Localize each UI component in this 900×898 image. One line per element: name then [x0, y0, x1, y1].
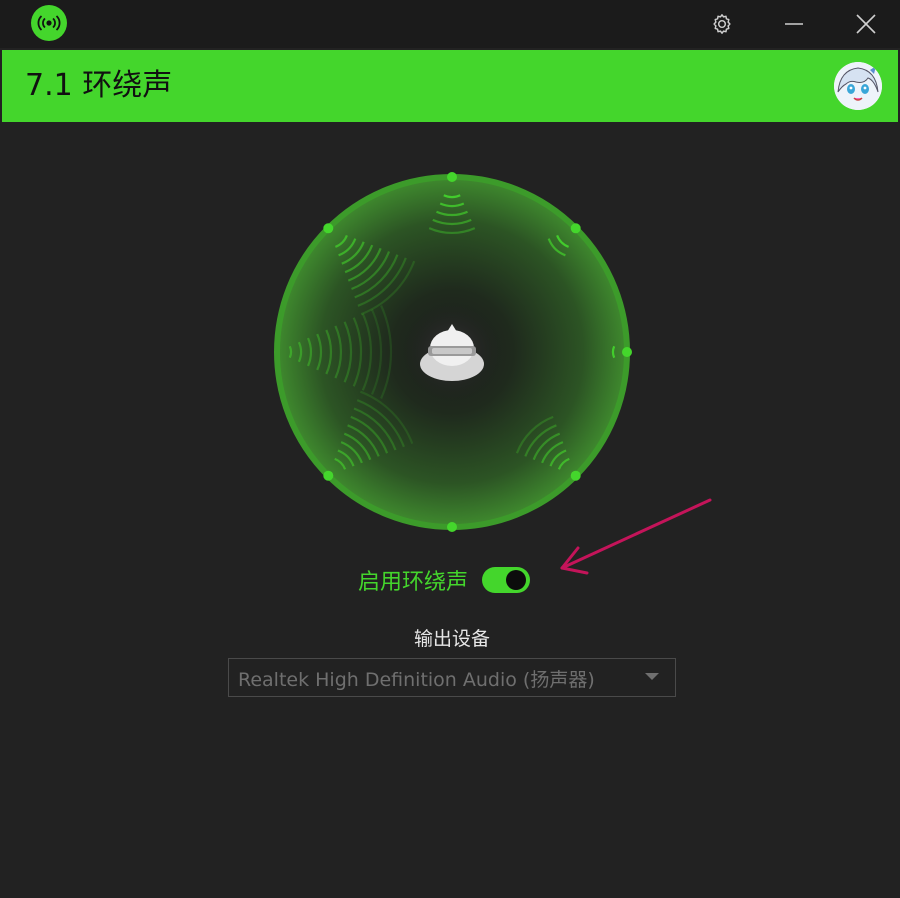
app-window: 7.1 环绕声 启用环绕声 输出设备 Realtek High Definiti…	[0, 0, 900, 898]
speaker-point[interactable]	[447, 522, 457, 532]
output-device-select[interactable]: Realtek High Definition Audio (扬声器)	[228, 658, 676, 697]
minimize-button[interactable]	[774, 6, 814, 42]
output-device-label: 输出设备	[413, 628, 490, 650]
speaker-point[interactable]	[447, 172, 457, 182]
settings-button[interactable]	[702, 6, 742, 42]
page-title: 7.1 环绕声	[25, 68, 173, 103]
chevron-down-icon	[645, 673, 659, 680]
speaker-point[interactable]	[622, 347, 632, 357]
user-avatar[interactable]	[834, 62, 882, 110]
minimize-icon	[785, 23, 803, 25]
annotation-arrow	[560, 498, 712, 575]
speaker-point[interactable]	[323, 470, 334, 481]
toggle-knob	[506, 570, 527, 590]
surround-toggle-label: 启用环绕声	[358, 570, 469, 595]
output-device-value: Realtek High Definition Audio (扬声器)	[238, 669, 595, 691]
header-bar: 7.1 环绕声	[2, 50, 898, 122]
broadcast-icon	[31, 5, 67, 41]
speaker-point[interactable]	[570, 223, 581, 234]
gear-icon	[713, 14, 731, 34]
surround-toggle[interactable]	[482, 567, 531, 593]
surround-toggle-row: 启用环绕声	[358, 562, 531, 598]
title-bar	[0, 0, 900, 48]
surround-visualizer	[274, 172, 632, 532]
speaker-point[interactable]	[323, 223, 334, 234]
speaker-point[interactable]	[570, 470, 581, 481]
close-button[interactable]	[846, 6, 886, 42]
sound-wave-arc	[611, 345, 616, 359]
sound-wave-arc	[288, 345, 293, 359]
close-icon	[856, 14, 876, 34]
